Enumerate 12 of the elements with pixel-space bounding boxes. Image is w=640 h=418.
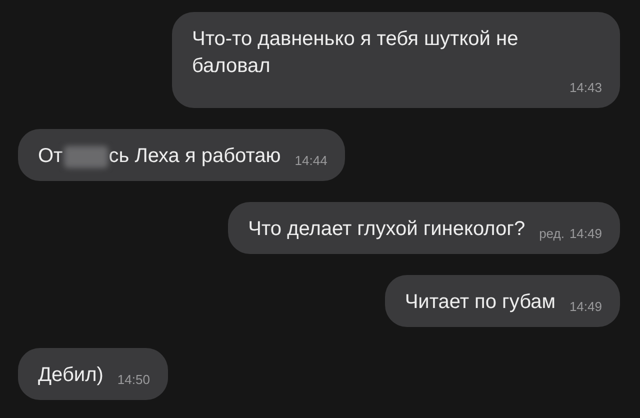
message-time: 14:43 [569, 80, 602, 96]
message-text: сь Леха я работаю [108, 144, 281, 169]
message-text: Дебил) [38, 363, 104, 388]
message-time: 14:44 [294, 153, 328, 169]
message-time: 14:50 [117, 372, 150, 388]
message-text: Что делает глухой гинеколог? [248, 217, 526, 242]
message-time: 14:49 [569, 226, 602, 242]
message-time: 14:49 [569, 299, 602, 315]
edited-label: ред. [539, 226, 564, 242]
message-text: Что-то давненько я тебя шуткой не баловал [192, 27, 520, 79]
message-text: От [38, 144, 63, 169]
message-text: Читает по губам [404, 290, 556, 315]
